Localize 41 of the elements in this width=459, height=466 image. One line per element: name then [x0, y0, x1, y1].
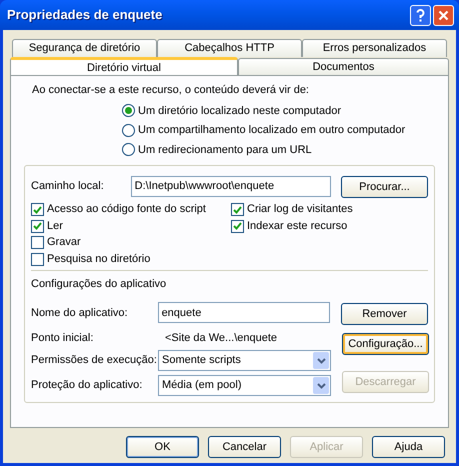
dialog-button[interactable]: Ajuda — [372, 436, 445, 458]
tab[interactable]: Diretório virtual — [10, 57, 238, 75]
path-field[interactable]: D:\Inetpub\wwwroot\enquete — [130, 176, 331, 197]
checkbox[interactable]: Acesso ao código fonte do script — [31, 201, 231, 218]
chevron-down-icon — [313, 377, 329, 394]
checkbox-box — [31, 236, 44, 249]
checkbox-box — [31, 252, 44, 266]
dropdown[interactable]: Somente scripts — [158, 350, 331, 371]
remove-button[interactable]: Remover — [341, 303, 428, 325]
close-icon — [438, 10, 449, 20]
tab[interactable]: Cabeçalhos HTTP — [157, 39, 302, 57]
radio-option[interactable]: Um compartilhamento localizado em outro computador — [122, 122, 435, 138]
browse-button[interactable]: Procurar... — [341, 176, 428, 198]
tab[interactable]: Erros personalizados — [302, 39, 447, 57]
app-name-field[interactable]: enquete — [158, 302, 330, 324]
field-label: Caminho local: — [31, 178, 105, 194]
field-label: Nome do aplicativo: — [31, 306, 129, 321]
dialog-button[interactable]: OK — [126, 436, 199, 458]
help-button[interactable] — [410, 4, 431, 26]
start-point-value: <Site da We...\enquete — [165, 330, 278, 346]
close-button[interactable] — [433, 4, 454, 26]
tab[interactable]: Documentos — [238, 58, 449, 75]
source-prompt: Ao conectar-se a este recurso, o conteúdo deverá vir de: — [31, 83, 310, 98]
section-heading: Configurações do aplicativo — [31, 277, 168, 292]
radio-option[interactable]: Um redirecionamento para um URL — [122, 142, 435, 158]
checkbox[interactable]: Indexar este recurso — [231, 218, 353, 234]
checkbox[interactable]: Ler — [31, 218, 231, 234]
dialog-button[interactable]: Cancelar — [208, 436, 281, 458]
field-label: Proteção do aplicativo: — [31, 378, 144, 394]
field-label: Ponto inicial: — [31, 330, 94, 346]
radio-option[interactable]: Um diretório localizado neste computador — [122, 102, 435, 119]
window-title: Propriedades de enquete — [7, 6, 162, 24]
chevron-down-icon — [313, 352, 329, 369]
checkbox[interactable]: Criar log de visitantes — [231, 201, 353, 218]
configuration-button[interactable]: Configuração... — [342, 333, 429, 355]
checkbox[interactable]: Pesquisa no diretório — [31, 250, 231, 268]
checkbox[interactable]: Gravar — [31, 234, 231, 251]
field-label: Permissões de execução: — [31, 353, 158, 368]
dropdown[interactable]: Média (em pool) — [158, 375, 331, 396]
tab[interactable]: Segurança de diretório — [12, 39, 157, 57]
question-mark-icon — [416, 8, 425, 22]
